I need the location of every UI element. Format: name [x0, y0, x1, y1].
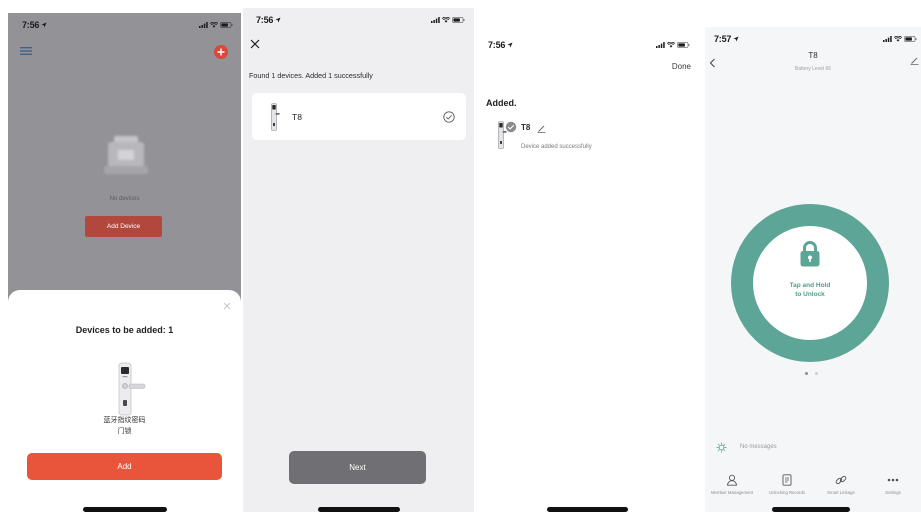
wifi-icon	[209, 21, 219, 28]
screen-devices-to-add: 7:56 No devices Add Device Devices to be…	[8, 13, 241, 512]
status-time-text: 7:56	[22, 20, 40, 30]
person-icon	[726, 474, 738, 486]
found-devices-text: Found 1 devices. Added 1 successfully	[249, 71, 373, 80]
battery-icon	[677, 42, 690, 48]
pencil-icon[interactable]	[537, 124, 546, 133]
status-bar-icons	[883, 35, 917, 42]
status-bar-icons	[431, 16, 465, 23]
unlock-label-line2: to Unlock	[795, 291, 825, 298]
done-button[interactable]: Done	[672, 62, 691, 72]
status-time-text: 7:56	[256, 15, 274, 25]
pencil-icon[interactable]	[910, 56, 919, 65]
device-added-status: Device added successfully	[521, 144, 592, 150]
unlock-label-line1: Tap and Hold	[789, 282, 831, 289]
tab-label: Member Management	[710, 490, 754, 495]
device-name-line1: 蓝牙指纹密码	[103, 417, 146, 424]
more-dots-icon	[887, 474, 899, 486]
messages-text[interactable]: No messages	[740, 443, 777, 452]
home-indicator[interactable]	[772, 507, 850, 512]
battery-icon	[220, 22, 233, 28]
home-indicator[interactable]	[547, 507, 628, 512]
carousel-dot-active[interactable]	[805, 372, 808, 375]
status-bar-time: 7:56	[488, 40, 513, 50]
status-bar-icons	[199, 21, 233, 28]
added-heading: Added.	[486, 98, 517, 108]
close-icon[interactable]	[223, 302, 231, 310]
location-arrow-icon	[507, 42, 513, 48]
device-title: T8	[808, 51, 818, 60]
link-icon	[835, 474, 847, 486]
signal-icon	[199, 22, 208, 28]
padlock-icon	[800, 240, 820, 267]
tab-label: Settings	[885, 490, 901, 495]
status-bar-time: 7:56	[256, 15, 281, 25]
check-circle-icon	[443, 111, 455, 123]
status-time-text: 7:56	[488, 40, 506, 50]
wifi-icon	[441, 16, 451, 23]
notification-icon	[716, 442, 727, 453]
app-screens-sequence: 7:56 No devices Add Device Devices to be…	[0, 0, 921, 512]
found-device-card[interactable]: T8	[252, 93, 466, 140]
battery-icon	[452, 17, 465, 23]
document-icon	[781, 474, 793, 486]
tab-settings[interactable]: Settings	[866, 467, 920, 507]
signal-icon	[431, 17, 440, 23]
empty-device-illustration	[100, 128, 152, 180]
empty-state-text: No devices	[109, 196, 140, 202]
status-bar-icons	[656, 41, 690, 48]
status-bar-time: 7:57	[714, 34, 739, 44]
location-arrow-icon	[41, 22, 47, 28]
devices-to-add-sheet: Devices to be added: 1 蓝牙指纹密码 门锁 Add	[8, 290, 241, 512]
close-icon[interactable]	[250, 39, 260, 49]
device-name: T8	[521, 123, 531, 132]
door-lock-image[interactable]	[110, 362, 146, 416]
device-subtitle[interactable]: Battery Level 66	[705, 66, 921, 72]
location-arrow-icon	[275, 17, 281, 23]
device-list-icon[interactable]	[20, 47, 32, 55]
sheet-title: Devices to be added: 1	[75, 325, 174, 335]
tab-smart-linkage[interactable]: Smart Linkage	[814, 467, 868, 507]
signal-icon	[883, 36, 892, 42]
door-lock-icon	[270, 103, 280, 131]
tab-member-management[interactable]: Member Management	[705, 467, 759, 507]
add-device-button[interactable]: Add Device	[85, 216, 162, 237]
status-bar-time: 7:56	[22, 20, 47, 30]
status-time-text: 7:57	[714, 34, 732, 44]
wifi-icon	[893, 35, 903, 42]
screen-lock-panel: 7:57 T8 Battery Level 66 Tap and Hold to…	[705, 27, 921, 512]
wifi-icon	[666, 41, 676, 48]
location-arrow-icon	[733, 36, 739, 42]
home-indicator[interactable]	[83, 507, 167, 512]
tab-unlocking-records[interactable]: Unlocking Records	[760, 467, 814, 507]
carousel-dot[interactable]	[815, 372, 818, 375]
check-badge-icon	[505, 121, 517, 133]
bottom-tab-bar: Member Management Unlocking Records Smar…	[705, 467, 921, 512]
battery-icon	[904, 36, 917, 42]
signal-icon	[656, 42, 665, 48]
plus-icon[interactable]	[214, 45, 228, 59]
home-indicator[interactable]	[318, 507, 400, 512]
next-button[interactable]: Next	[289, 451, 426, 484]
add-button[interactable]: Add	[27, 453, 222, 480]
tab-label: Unlocking Records	[768, 490, 806, 495]
tab-label: Smart Linkage	[827, 490, 855, 495]
screen-device-added: 7:56 Done Added. T8 Device added success…	[478, 30, 700, 512]
screen-found-devices: 7:56 Found 1 devices. Added 1 successful…	[243, 8, 474, 512]
device-name: T8	[292, 112, 302, 122]
device-name-line2: 门锁	[117, 428, 132, 435]
